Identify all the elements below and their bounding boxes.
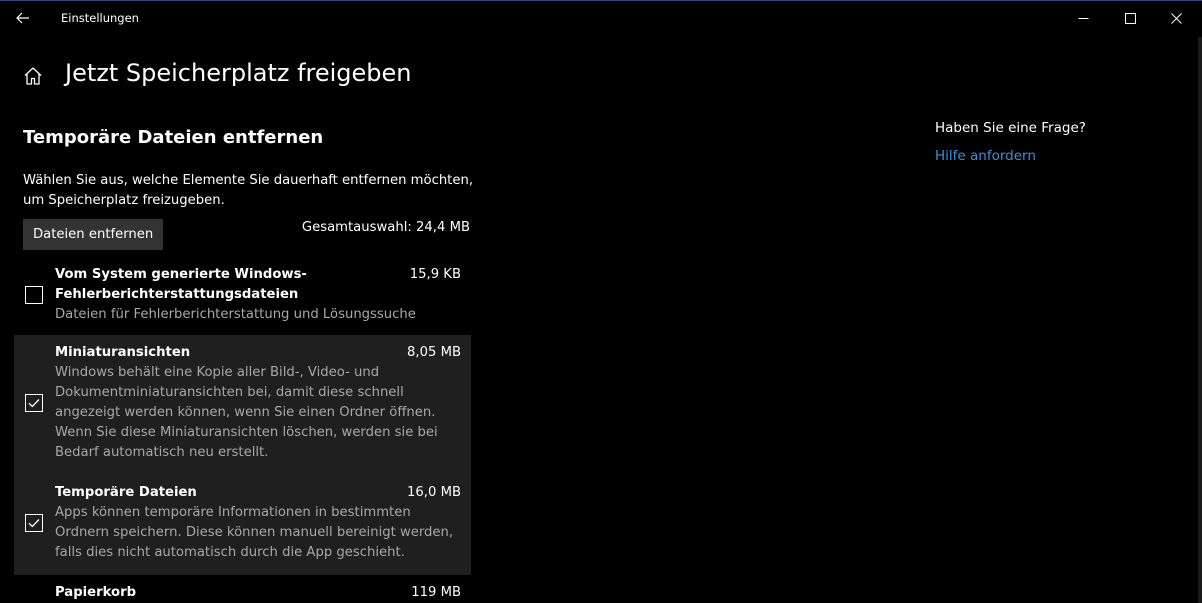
back-arrow-icon: [16, 12, 29, 24]
home-icon: [24, 67, 42, 85]
section-title: Temporäre Dateien entfernen: [23, 127, 324, 148]
checkbox-error-reports[interactable]: [25, 286, 43, 304]
remove-files-button[interactable]: Dateien entfernen: [23, 219, 164, 250]
list-item-recycle-bin[interactable]: Papierkorb 119 MB: [14, 575, 471, 603]
temp-files-list: Vom System generierte Windows-Fehlerberi…: [14, 257, 471, 603]
back-button[interactable]: [4, 2, 42, 34]
item-size: 119 MB: [411, 585, 461, 600]
maximize-icon: [1124, 12, 1136, 24]
item-name: Miniaturansichten: [55, 345, 191, 360]
checkmark-icon: [28, 519, 40, 528]
checkmark-icon: [28, 399, 40, 408]
item-name: Papierkorb: [55, 585, 137, 600]
list-item-thumbnails[interactable]: Miniaturansichten 8,05 MB Windows behält…: [14, 335, 471, 475]
app-title: Einstellungen: [61, 11, 139, 25]
close-icon: [1170, 12, 1182, 24]
maximize-button[interactable]: [1107, 2, 1153, 34]
list-item-error-reports[interactable]: Vom System generierte Windows-Fehlerberi…: [14, 257, 471, 335]
section-description: Wählen Sie aus, welche Elemente Sie daue…: [23, 173, 474, 208]
minimize-icon: [1078, 17, 1088, 19]
title-bar: Einstellungen: [0, 1, 1202, 37]
close-button[interactable]: [1153, 2, 1199, 34]
settings-window: Einstellungen Jetzt Speicherplatz freige…: [0, 0, 1202, 603]
checkbox-thumbnails[interactable]: [25, 394, 43, 412]
item-name: Vom System generierte Windows-Fehlerberi…: [55, 267, 307, 302]
list-item-temporary-files[interactable]: Temporäre Dateien 16,0 MB Apps können te…: [14, 475, 471, 575]
page-title: Jetzt Speicherplatz freigeben: [65, 59, 412, 87]
scrollbar-track[interactable]: [1198, 37, 1202, 603]
item-size: 16,0 MB: [407, 485, 461, 500]
item-name: Temporäre Dateien: [55, 485, 197, 500]
item-description: Windows behält eine Kopie aller Bild-, V…: [55, 365, 438, 460]
item-size: 8,05 MB: [407, 345, 461, 360]
minimize-button[interactable]: [1060, 2, 1106, 34]
total-selection: Gesamtauswahl: 24,4 MB: [301, 220, 470, 235]
home-button[interactable]: [22, 65, 44, 87]
item-description: Dateien für Fehlerberichterstattung und …: [55, 307, 416, 322]
item-description: Apps können temporäre Informationen in b…: [55, 505, 454, 560]
checkbox-temporary-files[interactable]: [25, 514, 43, 532]
help-question: Haben Sie eine Frage?: [935, 120, 1086, 136]
get-help-link[interactable]: Hilfe anfordern: [935, 148, 1036, 164]
item-size: 15,9 KB: [409, 267, 461, 282]
